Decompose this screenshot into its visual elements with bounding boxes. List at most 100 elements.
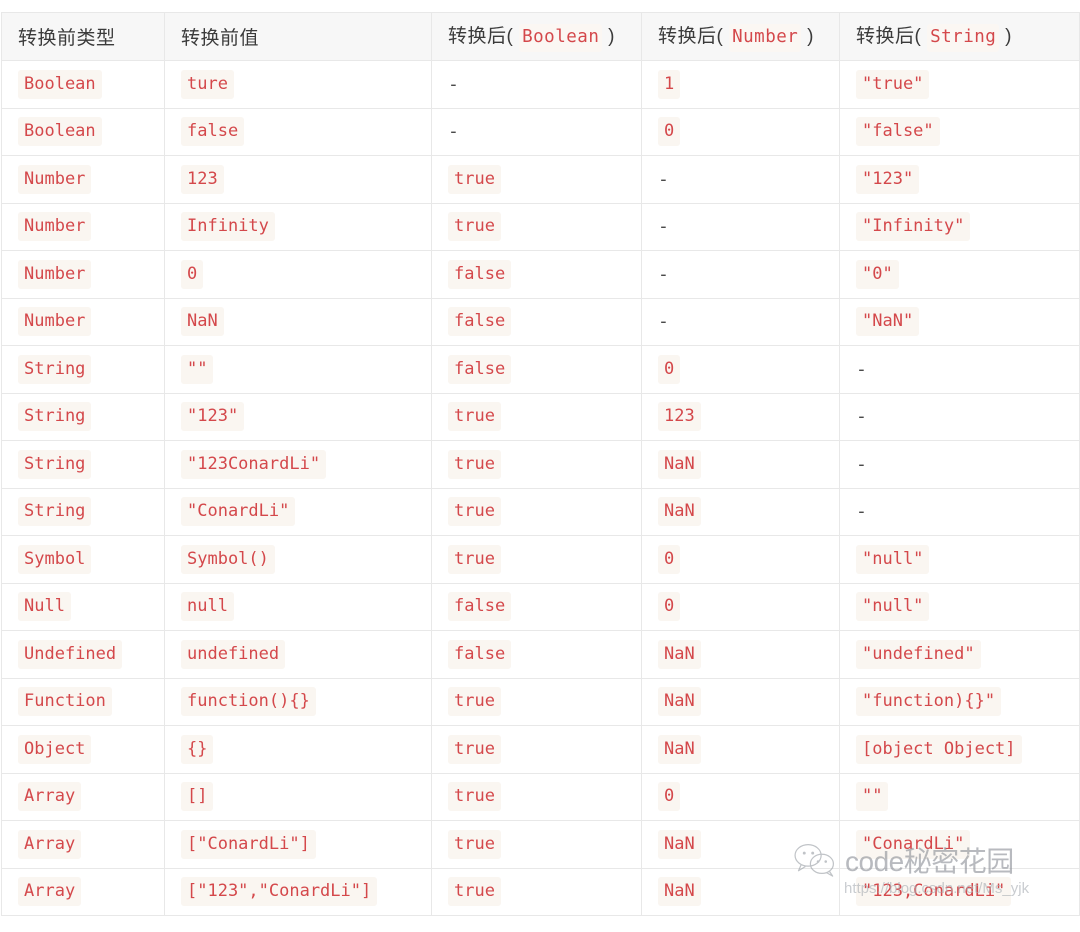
- cell-to-number: 1: [641, 60, 840, 109]
- cell-to-string: "undefined": [839, 630, 1080, 679]
- cell-source-value: ["123","ConardLi"]: [164, 867, 432, 916]
- code-chip: Array: [18, 829, 82, 859]
- cell-to-string: -: [839, 392, 1080, 441]
- table-row: Number 0 false - "0": [1, 250, 1080, 299]
- code-chip: true: [448, 402, 501, 432]
- code-chip: ture: [181, 69, 234, 99]
- code-chip: "0": [856, 259, 899, 289]
- cell-source-type: Array: [1, 820, 165, 869]
- cell-source-value: false: [164, 107, 432, 156]
- column-header-4: 转换后( Number ): [641, 12, 840, 61]
- table-row: Number NaN false - "NaN": [1, 297, 1080, 346]
- code-chip: true: [448, 544, 501, 574]
- code-chip: true: [448, 734, 501, 764]
- type-conversion-table: 转换前类型 转换前值 转换后( Boolean ) 转换后( Number ) 转换后(…: [1, 12, 1080, 916]
- column-header-label: 转换后(: [856, 26, 928, 48]
- table-row: Array ["123","ConardLi"] true NaN "123,Conar…: [1, 867, 1080, 916]
- cell-source-value: 123: [164, 155, 432, 204]
- table-row: String "" false 0 -: [1, 345, 1080, 394]
- cell-to-boolean: false: [431, 345, 642, 394]
- cell-to-number: 123: [641, 392, 840, 441]
- cell-source-type: Symbol: [1, 535, 165, 584]
- code-chip: "ConardLi": [181, 497, 296, 527]
- cell-to-boolean: true: [431, 867, 642, 916]
- cell-source-type: Function: [1, 677, 165, 726]
- code-chip: function(){}: [181, 687, 316, 717]
- column-header-5: 转换后( String ): [839, 12, 1080, 61]
- cell-source-type: Null: [1, 582, 165, 631]
- column-header-label: 转换前类型: [18, 28, 116, 49]
- cell-to-string: "NaN": [839, 297, 1080, 346]
- code-chip: "": [856, 782, 889, 812]
- cell-source-value: "123ConardLi": [164, 440, 432, 489]
- empty-dash: -: [856, 501, 867, 523]
- code-chip: "true": [856, 69, 930, 99]
- code-chip: "ConardLi": [856, 829, 971, 859]
- code-chip: 0: [658, 117, 681, 147]
- cell-to-boolean: true: [431, 820, 642, 869]
- code-chip: "123ConardLi": [181, 449, 327, 479]
- cell-to-string: [object Object]: [839, 725, 1080, 774]
- table-row: String "123" true 123 -: [1, 392, 1080, 441]
- code-chip: true: [448, 497, 501, 527]
- code-chip: true: [448, 877, 501, 907]
- cell-to-string: "Infinity": [839, 202, 1080, 251]
- table-row: Function function(){} true NaN "function){}": [1, 677, 1080, 726]
- empty-dash: -: [658, 216, 669, 238]
- code-chip: null: [181, 592, 234, 622]
- empty-dash: -: [856, 406, 867, 428]
- table-row: Undefined undefined false NaN "undefined": [1, 630, 1080, 679]
- cell-source-value: "123": [164, 392, 432, 441]
- cell-source-value: []: [164, 772, 432, 821]
- cell-to-boolean: true: [431, 535, 642, 584]
- cell-source-type: String: [1, 487, 165, 536]
- code-chip: NaN: [658, 877, 701, 907]
- code-chip: "": [181, 354, 214, 384]
- cell-to-string: "null": [839, 535, 1080, 584]
- table-header-row: 转换前类型 转换前值 转换后( Boolean ) 转换后( Number ) 转换后(…: [1, 12, 1080, 61]
- cell-source-value: undefined: [164, 630, 432, 679]
- cell-source-type: Number: [1, 297, 165, 346]
- code-chip: Array: [18, 782, 82, 812]
- code-chip: String: [18, 449, 92, 479]
- empty-dash: -: [658, 311, 669, 333]
- code-chip: false: [448, 592, 512, 622]
- code-chip: Function: [18, 687, 112, 717]
- column-header-suffix: ): [801, 26, 814, 48]
- cell-to-string: "true": [839, 60, 1080, 109]
- cell-source-value: Infinity: [164, 202, 432, 251]
- code-chip: Number: [18, 259, 92, 289]
- table-row: Number Infinity true - "Infinity": [1, 202, 1080, 251]
- cell-to-number: NaN: [641, 725, 840, 774]
- column-header-label: 转换后(: [658, 26, 730, 48]
- table-row: Object {} true NaN [object Object]: [1, 725, 1080, 774]
- cell-to-number: NaN: [641, 867, 840, 916]
- cell-to-string: "123,ConardLi": [839, 867, 1080, 916]
- table-body: Boolean ture - 1 "true" Boolean false - 0 "false"…: [1, 60, 1080, 916]
- code-chip: String: [18, 354, 92, 384]
- code-chip: true: [448, 782, 501, 812]
- cell-source-value: function(){}: [164, 677, 432, 726]
- code-chip: NaN: [658, 687, 701, 717]
- code-chip: NaN: [181, 307, 224, 337]
- code-chip: NaN: [658, 734, 701, 764]
- code-chip: NaN: [658, 639, 701, 669]
- cell-source-type: Undefined: [1, 630, 165, 679]
- table-row: String "ConardLi" true NaN -: [1, 487, 1080, 536]
- cell-to-boolean: false: [431, 630, 642, 679]
- table-row: Boolean false - 0 "false": [1, 107, 1080, 156]
- cell-to-string: "123": [839, 155, 1080, 204]
- column-header-type-code: Number: [729, 24, 802, 52]
- code-chip: {}: [181, 734, 214, 764]
- column-header-suffix: ): [999, 26, 1012, 48]
- code-chip: undefined: [181, 639, 286, 669]
- code-chip: Boolean: [18, 69, 102, 99]
- empty-dash: -: [448, 121, 459, 143]
- cell-to-boolean: true: [431, 487, 642, 536]
- cell-to-number: 0: [641, 582, 840, 631]
- cell-to-string: "function){}": [839, 677, 1080, 726]
- code-chip: Boolean: [18, 117, 102, 147]
- cell-to-number: 0: [641, 535, 840, 584]
- page-root: 转换前类型 转换前值 转换后( Boolean ) 转换后( Number ) 转换后(…: [0, 0, 1080, 932]
- code-chip: []: [181, 782, 214, 812]
